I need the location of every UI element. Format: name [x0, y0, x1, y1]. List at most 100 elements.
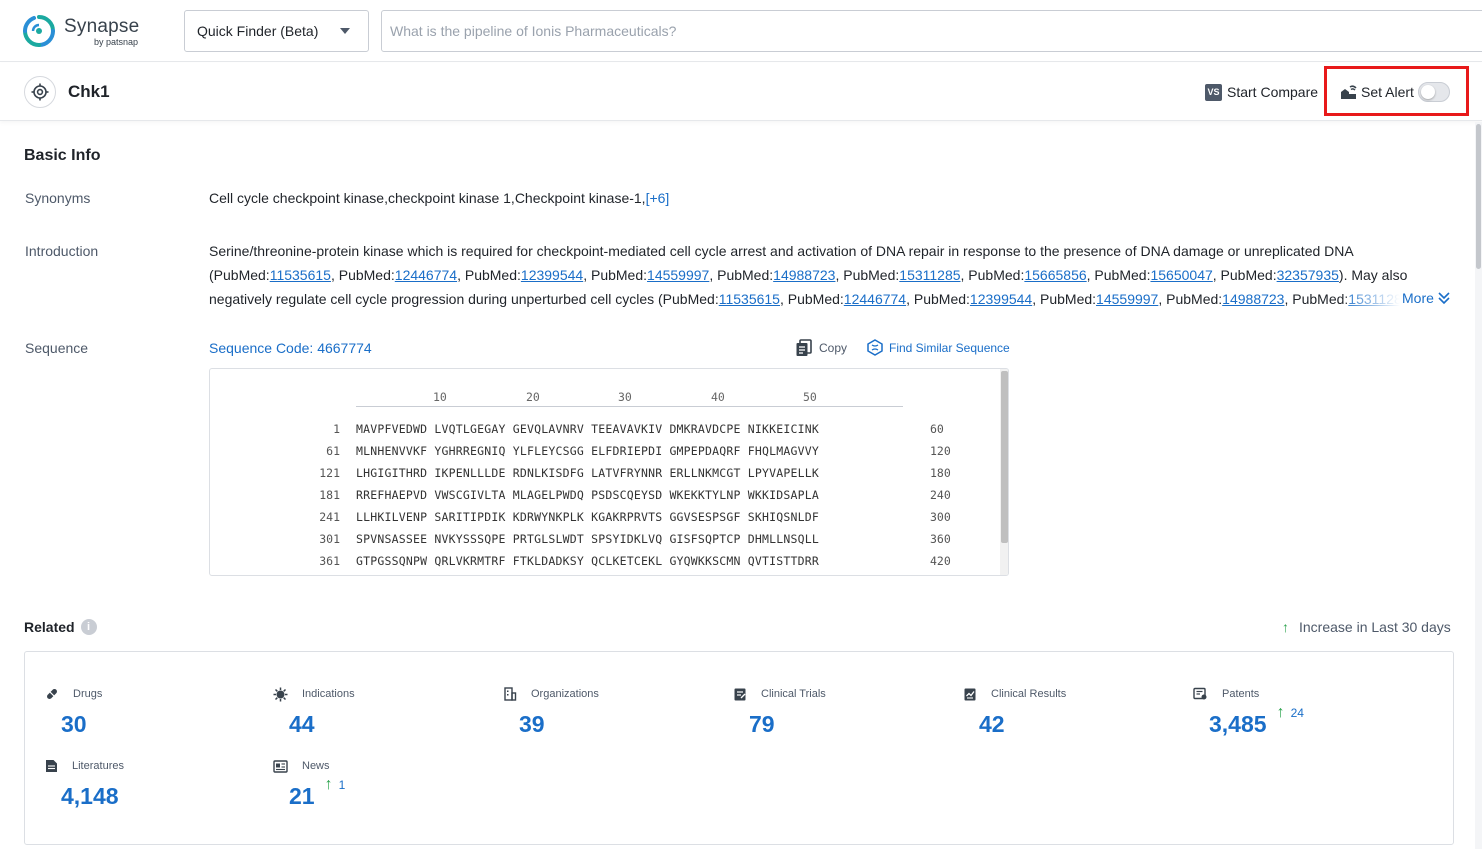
synonyms-text: Cell cycle checkpoint kinase,checkpoint …: [209, 190, 646, 206]
stat-patents[interactable]: Patents 3,485 ↑24: [1193, 686, 1393, 746]
stat-value[interactable]: 30: [61, 710, 87, 738]
pubmed-link[interactable]: 15311285: [899, 267, 960, 283]
building-icon: [503, 687, 524, 701]
stat-header: Organizations: [503, 686, 703, 702]
stat-literatures[interactable]: Literatures4,148: [45, 758, 245, 818]
sequence-row-end: 420: [930, 554, 951, 568]
stat-label: Patents: [1222, 688, 1259, 700]
sequence-row-end: 120: [930, 444, 951, 458]
set-alert-label: Set Alert: [1361, 84, 1414, 100]
info-icon[interactable]: i: [81, 619, 97, 635]
stat-increase: ↑24: [1277, 704, 1304, 722]
start-compare-button[interactable]: VS Start Compare: [1205, 83, 1318, 101]
sequence-ruler: 1020304050: [356, 389, 903, 407]
pubmed-link[interactable]: 12446774: [395, 267, 457, 283]
synonyms-label: Synonyms: [25, 190, 90, 206]
stat-header: Drugs: [45, 686, 245, 702]
intro-text-segment: , PubMed:: [583, 267, 647, 283]
stat-value[interactable]: 3,485: [1209, 710, 1267, 738]
related-title: Related i: [24, 619, 97, 635]
stat-value[interactable]: 21: [289, 782, 315, 810]
pubmed-link[interactable]: 12446774: [844, 291, 906, 307]
stat-value[interactable]: 79: [749, 710, 775, 738]
related-label: Related: [24, 619, 75, 635]
stat-value[interactable]: 39: [519, 710, 545, 738]
stat-drugs[interactable]: Drugs 30: [45, 686, 245, 746]
pubmed-link[interactable]: 11535615: [270, 267, 331, 283]
intro-text-segment: , PubMed:: [1032, 291, 1096, 307]
arrow-up-icon: ↑: [1277, 704, 1285, 722]
copy-icon: [795, 339, 813, 357]
stat-clinical-trials[interactable]: Clinical Trials79: [733, 686, 933, 746]
search-input[interactable]: [381, 10, 1482, 52]
synonyms-more-link[interactable]: [+6]: [646, 190, 670, 206]
copy-sequence-button[interactable]: Copy: [795, 339, 847, 357]
pubmed-link[interactable]: 15650047: [1150, 267, 1212, 283]
stat-news[interactable]: News21↑1: [273, 758, 473, 818]
target-icon: [24, 76, 56, 108]
sequence-row-end: 180: [930, 466, 951, 480]
sequence-residues: LHGIGITHRD IKPENLLLDE RDNLKISDFG LATVFRY…: [356, 466, 819, 480]
page-scrollbar-thumb[interactable]: [1476, 124, 1481, 269]
introduction-more-button[interactable]: More: [1400, 290, 1451, 306]
stat-organizations[interactable]: Organizations 39: [503, 686, 703, 746]
find-similar-sequence-button[interactable]: Find Similar Sequence: [867, 339, 1010, 356]
sequence-row-end: 360: [930, 532, 951, 546]
pubmed-link[interactable]: 12399544: [521, 267, 583, 283]
virus-icon: [273, 687, 295, 702]
pubmed-link[interactable]: 32357935: [1277, 267, 1339, 283]
stat-label: Organizations: [531, 688, 599, 700]
pubmed-link[interactable]: 14988723: [773, 267, 835, 283]
sequence-residues: SPVNSASSEE NVKYSSSQPE PRTGLSLWDT SPSYIDK…: [356, 532, 819, 546]
sequence-residues: GTPGSSQNPW QRLVKRMTRF FTKLDADKSY QCLKETC…: [356, 554, 819, 568]
stat-increase: ↑1: [325, 776, 346, 794]
sequence-row: 361GTPGSSQNPW QRLVKRMTRF FTKLDADKSY QCLK…: [210, 554, 1000, 574]
logo-text: Synapse: [64, 16, 139, 38]
intro-text-segment: , PubMed:: [457, 267, 521, 283]
pubmed-link[interactable]: 15665856: [1024, 267, 1086, 283]
intro-text-segment: , PubMed:: [331, 267, 395, 283]
caret-down-icon: [340, 28, 350, 34]
page-scrollbar[interactable]: [1475, 122, 1482, 849]
stat-value[interactable]: 44: [289, 710, 315, 738]
target-title-bar: Chk1 VS Start Compare Set Alert: [0, 63, 1482, 121]
pubmed-link[interactable]: 14988723: [1222, 291, 1284, 307]
ruler-tick-label: 30: [618, 390, 632, 404]
intro-text-segment: , PubMed:: [906, 291, 970, 307]
sequence-scrollbar-thumb[interactable]: [1001, 371, 1008, 543]
arrow-up-icon: ↑: [325, 776, 333, 794]
synapse-logo[interactable]: Synapse by patsnap: [22, 14, 142, 50]
pubmed-link[interactable]: 14559997: [647, 267, 709, 283]
stat-value[interactable]: 4,148: [61, 782, 119, 810]
sequence-viewer[interactable]: 1020304050 1MAVPFVEDWD LVQTLGEGAY GEVQLA…: [209, 368, 1009, 576]
basic-info-title: Basic Info: [24, 147, 100, 165]
stat-header: Patents: [1193, 686, 1393, 702]
sequence-row-end: 60: [930, 422, 944, 436]
stat-value-row: 39: [503, 710, 703, 738]
intro-text-segment: ). May also: [1339, 267, 1407, 283]
pubmed-link[interactable]: 12399544: [970, 291, 1032, 307]
alert-icon: [1340, 85, 1357, 100]
pubmed-link[interactable]: 14559997: [1096, 291, 1158, 307]
set-alert-toggle[interactable]: [1418, 82, 1450, 102]
compare-icon: VS: [1205, 84, 1222, 101]
intro-line-1: Serine/threonine-protein kinase which is…: [209, 239, 1454, 263]
stat-clinical-results[interactable]: Clinical Results42: [963, 686, 1163, 746]
sequence-residues: MAVPFVEDWD LVQTLGEGAY GEVQLAVNRV TEEAVAV…: [356, 422, 819, 436]
sequence-scrollbar[interactable]: [1000, 369, 1009, 575]
more-fade: [1340, 288, 1400, 310]
stat-value-row: 30: [45, 710, 245, 738]
intro-text-segment: , PubMed:: [835, 267, 899, 283]
set-alert-button[interactable]: Set Alert: [1340, 81, 1414, 103]
stat-value[interactable]: 42: [979, 710, 1005, 738]
copy-label: Copy: [819, 341, 847, 355]
sequence-residues: LLHKILVENP SARITIPDIK KDRWYNKPLK KGAKRPR…: [356, 510, 819, 524]
stat-indications[interactable]: Indications44: [273, 686, 473, 746]
sequence-row: 301SPVNSASSEE NVKYSSSQPE PRTGLSLWDT SPSY…: [210, 532, 1000, 552]
pubmed-link[interactable]: 11535615: [719, 291, 780, 307]
quick-finder-dropdown[interactable]: Quick Finder (Beta): [184, 10, 369, 52]
sequence-code-link[interactable]: Sequence Code: 4667774: [209, 340, 372, 356]
sequence-residues: MLNHENVVKF YGHRREGNIQ YLFLEYCSGG ELFDRIE…: [356, 444, 819, 458]
similar-sequence-icon: [867, 339, 883, 356]
toggle-knob: [1421, 85, 1435, 99]
